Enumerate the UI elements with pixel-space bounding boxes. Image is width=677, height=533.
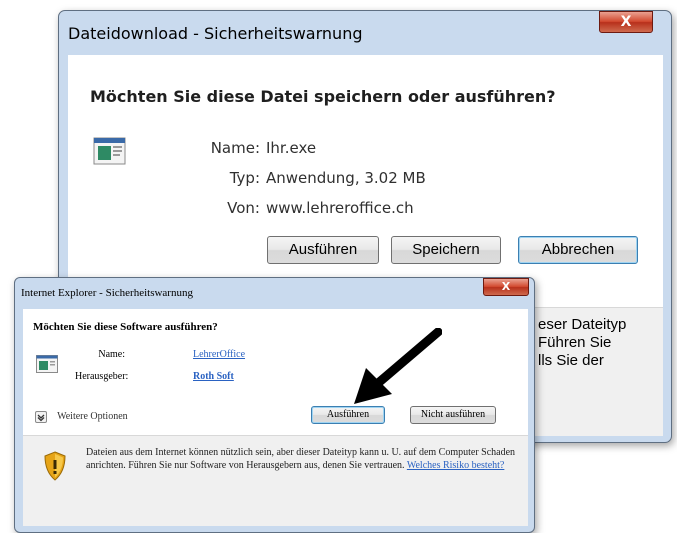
type-label: Typ: [229, 169, 260, 187]
program-name-link[interactable]: LehrerOffice [193, 349, 245, 360]
close-button[interactable]: X [483, 278, 529, 296]
footer-line: Führen Sie [538, 334, 612, 351]
dont-run-button[interactable]: Nicht ausführen [410, 406, 496, 424]
more-options-toggle[interactable]: Weitere Optionen [35, 406, 128, 425]
footer-line: eser Dateityp [538, 316, 627, 333]
application-file-icon [36, 355, 58, 373]
risk-help-link[interactable]: Welches Risiko besteht? [407, 460, 505, 471]
file-name-value: Ihr.exe [266, 139, 317, 157]
application-file-icon [93, 137, 126, 165]
name-label: Name: [98, 349, 125, 360]
name-label: Name: [210, 139, 260, 157]
publisher-link[interactable]: Roth Soft [193, 371, 234, 382]
footer-warning-text: eser Dateityp Führen Sie lls Sie der [538, 316, 626, 370]
security-warning-text: Dateien aus dem Internet können nützlich… [86, 446, 516, 472]
file-type-value: Anwendung, 3.02 MB [266, 169, 426, 187]
dialog-title: Internet Explorer - Sicherheitswarnung [21, 287, 193, 299]
source-value: www.lehreroffice.ch [266, 199, 414, 217]
run-button[interactable]: Ausführen [267, 236, 379, 264]
publisher-label: Herausgeber: [75, 371, 129, 382]
dialog-title: Dateidownload - Sicherheitswarnung [68, 24, 363, 43]
more-options-label: Weitere Optionen [57, 411, 128, 422]
ie-run-button[interactable]: Ausführen [311, 406, 385, 424]
dialog-body: Möchten Sie diese Software ausführen? Na… [23, 309, 528, 435]
save-button[interactable]: Speichern [391, 236, 501, 264]
pointer-arrow [354, 328, 442, 404]
close-icon: X [620, 14, 632, 30]
dialog-footer: Dateien aus dem Internet können nützlich… [23, 435, 528, 526]
close-button[interactable]: X [599, 11, 653, 33]
footer-line: lls Sie der [538, 352, 604, 369]
dialog-body: Möchten Sie diese Datei speichern oder a… [68, 55, 663, 307]
expand-icon [35, 410, 47, 423]
from-label: Von: [227, 199, 260, 217]
shield-warning-icon [44, 451, 66, 481]
dialog-heading: Möchten Sie diese Datei speichern oder a… [90, 87, 556, 106]
close-icon: X [501, 280, 511, 293]
dialog-heading: Möchten Sie diese Software ausführen? [33, 321, 218, 333]
cancel-button[interactable]: Abbrechen [518, 236, 638, 264]
ie-security-dialog: Internet Explorer - Sicherheitswarnung X… [14, 277, 535, 533]
